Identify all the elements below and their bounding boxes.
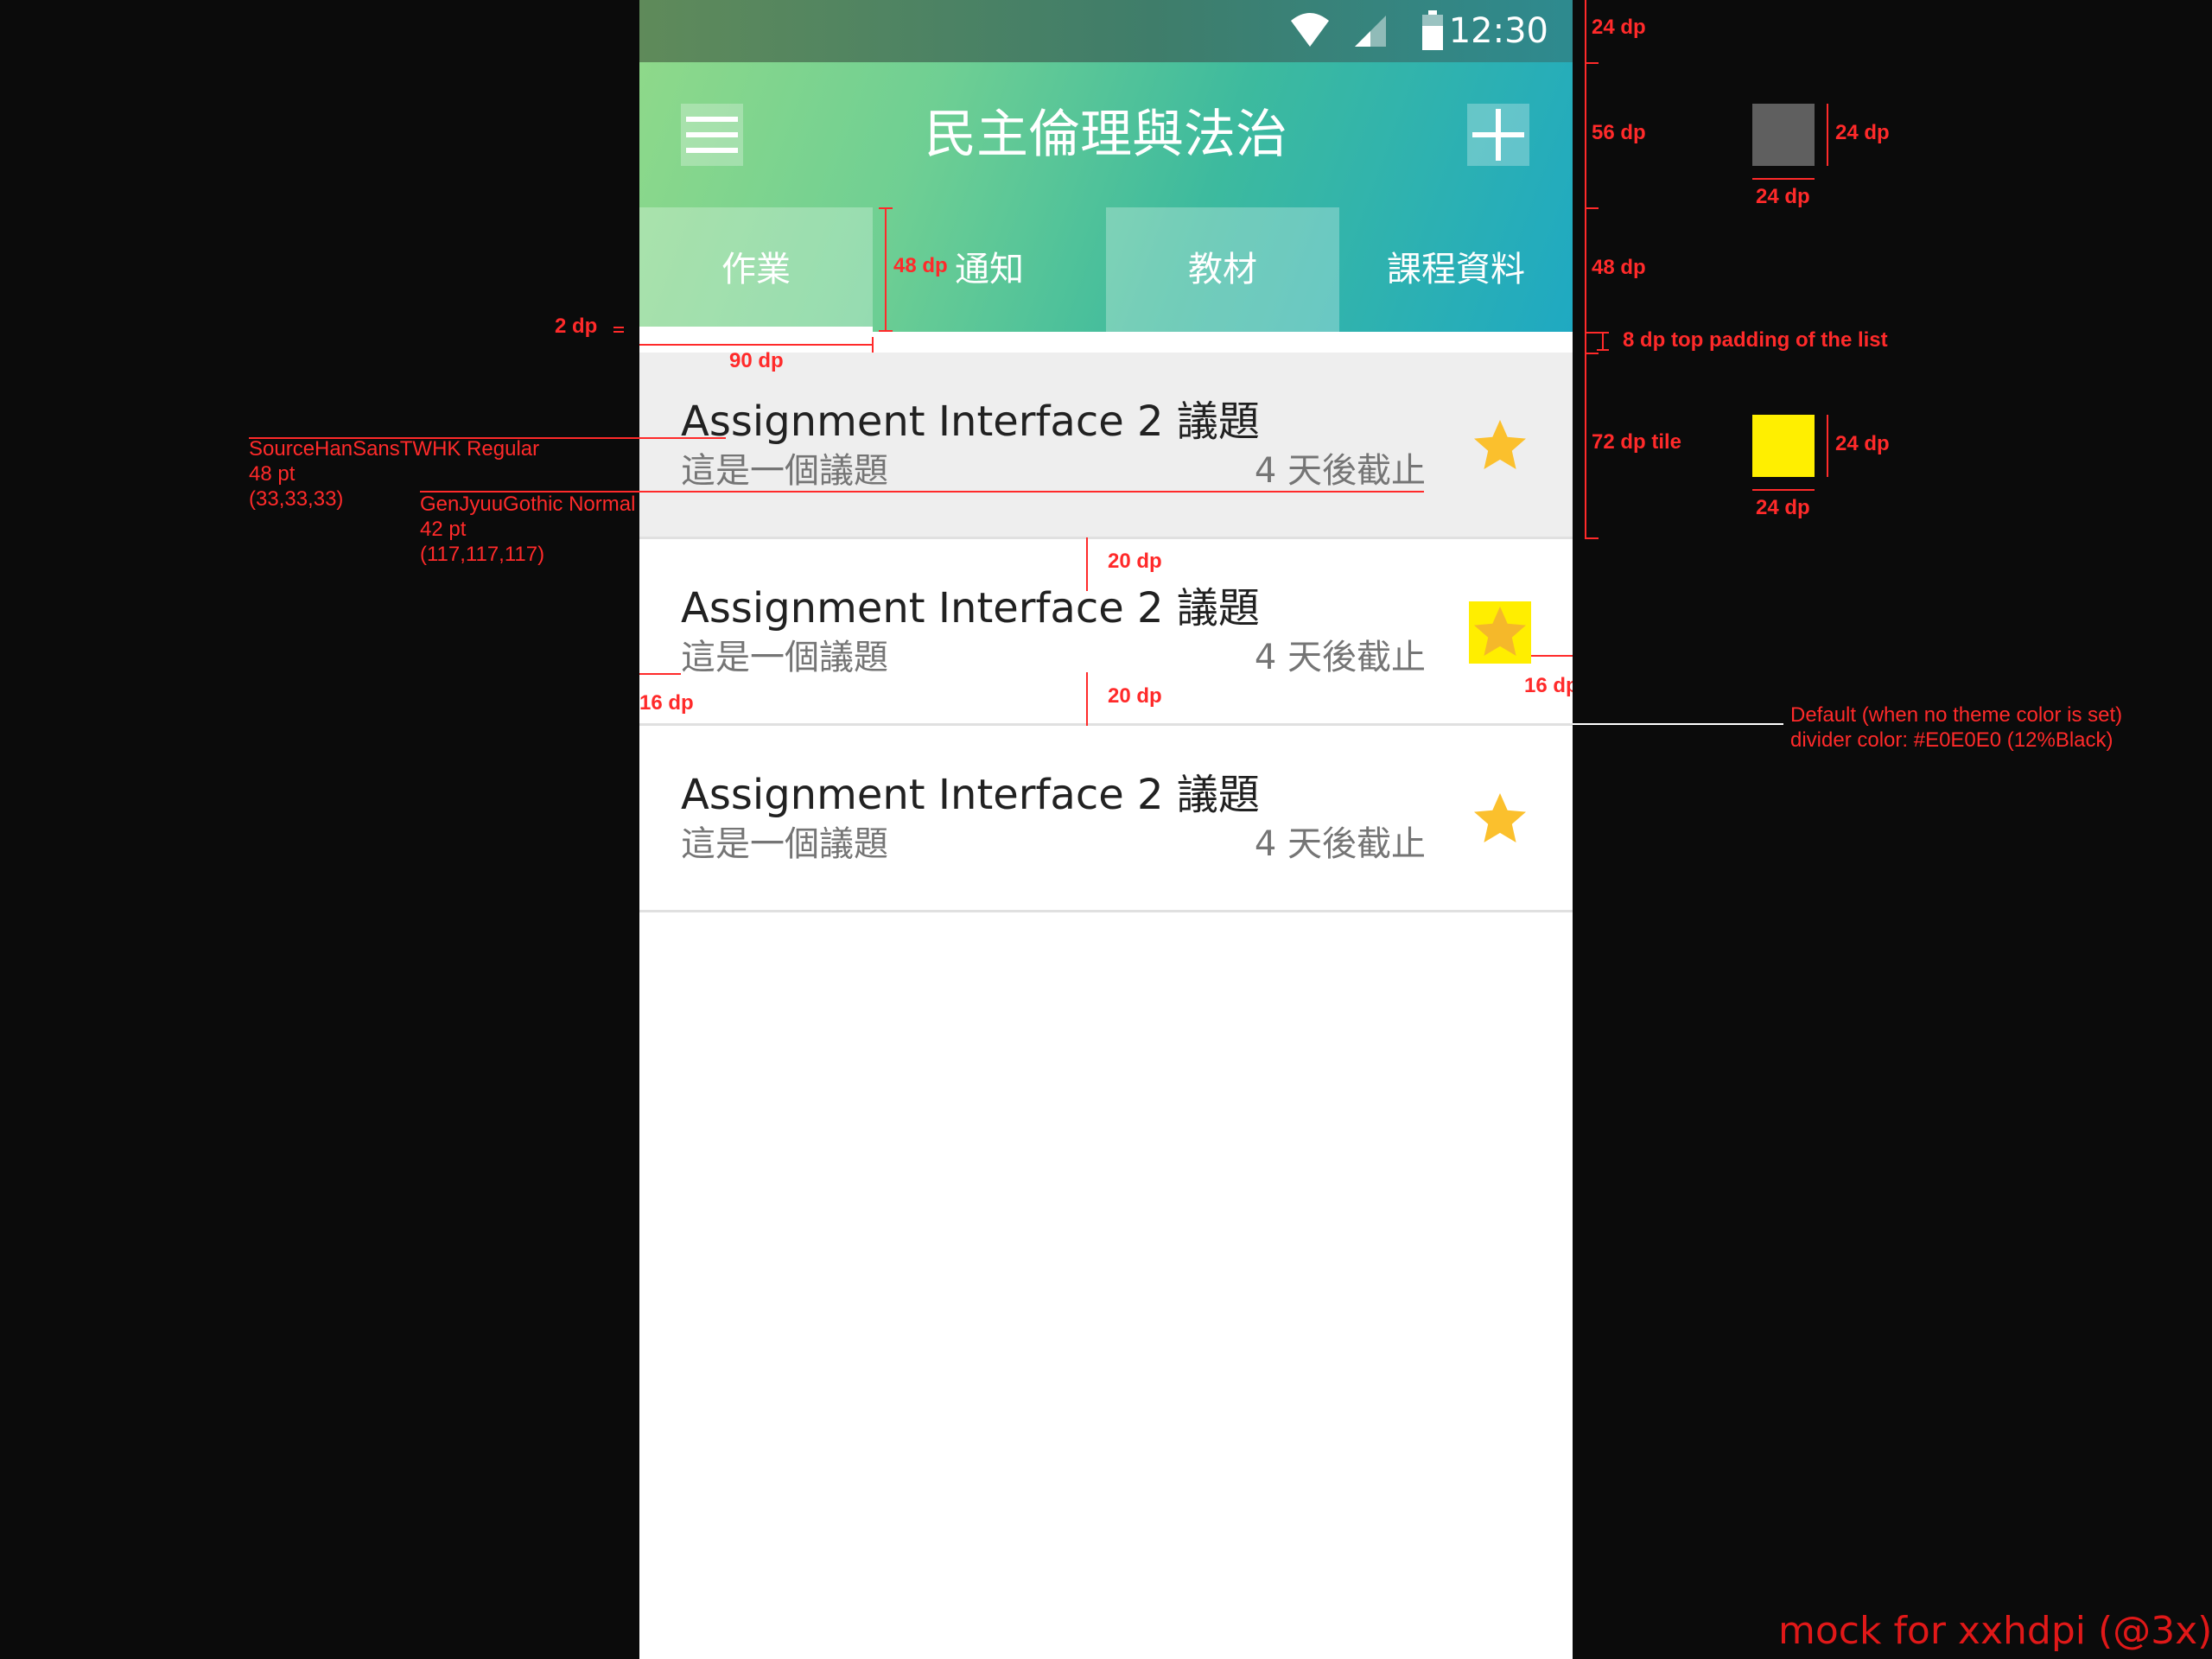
icon-size-sample xyxy=(1752,104,1815,166)
list-item[interactable]: Assignment Interface 2 議題 這是一個議題 4 天後截止 xyxy=(639,353,1573,539)
annotation-gap-top: 20 dp xyxy=(1108,550,1162,573)
annotation-icon-size-w: 24 dp xyxy=(1756,185,1810,208)
redline-tick xyxy=(1597,349,1609,351)
redline-list-padding xyxy=(1602,332,1604,351)
assignment-subtitle: 這是一個議題 xyxy=(681,638,888,677)
annotation-icon-size-h: 24 dp xyxy=(1835,121,1890,144)
annotation-tab-height: 48 dp xyxy=(1592,256,1646,279)
annotation-tile: 72 dp tile xyxy=(1592,430,1682,454)
redline-tick xyxy=(1585,353,1599,354)
redline-sample-width xyxy=(1752,489,1815,491)
add-button[interactable] xyxy=(1467,104,1529,166)
annotation-tab-width: 90 dp xyxy=(729,349,784,372)
star-icon[interactable] xyxy=(1469,601,1531,664)
redline-tab-height xyxy=(885,207,887,332)
annotation-divider-line1: Default (when no theme color is set) xyxy=(1790,703,2123,727)
redline-tab-width xyxy=(639,344,873,346)
redline-gap-bottom xyxy=(1086,672,1088,726)
list-item[interactable]: Assignment Interface 2 議題 這是一個議題 4 天後截止 xyxy=(639,539,1573,726)
star-size-sample xyxy=(1752,415,1815,477)
add-icon xyxy=(1496,109,1501,161)
redline-font1-leader xyxy=(639,437,726,439)
menu-icon-bar xyxy=(686,117,738,122)
menu-icon-bar xyxy=(686,148,738,153)
redline-tick xyxy=(613,331,624,333)
redline-sample-height xyxy=(1827,104,1828,166)
list-divider xyxy=(639,910,1573,912)
assignment-title: Assignment Interface 2 議題 xyxy=(681,771,1260,819)
status-bar: 12:30 xyxy=(639,0,1573,62)
redline-font2-leader xyxy=(639,491,1424,493)
due-date: 4 天後截止 xyxy=(1254,638,1426,677)
menu-icon-bar xyxy=(686,132,738,137)
annotation-tab-height-inline: 48 dp xyxy=(893,254,948,277)
tab-materials[interactable]: 教材 xyxy=(1106,207,1339,332)
redline-tick xyxy=(1597,332,1609,334)
redline-sample-height xyxy=(1827,415,1828,477)
annotation-font1-color: (33,33,33) xyxy=(249,487,344,511)
app-bar: 民主倫理與法治 作業 通知 教材 課程資料 xyxy=(639,62,1573,332)
assignment-title: Assignment Interface 2 議題 xyxy=(681,397,1260,446)
annotation-font1-name: SourceHanSansTWHK Regular xyxy=(249,437,540,461)
annotation-status-bar: 24 dp xyxy=(1592,16,1646,39)
divider-leader-line xyxy=(1573,723,1783,725)
status-time: 12:30 xyxy=(1448,11,1548,51)
annotation-margin-right: 16 dp xyxy=(1524,674,1573,697)
signal-icon xyxy=(1355,16,1386,47)
annotation-star-size-w: 24 dp xyxy=(1756,496,1810,519)
page-title: 民主倫理與法治 xyxy=(925,105,1287,165)
phone-screen: 12:30 民主倫理與法治 作業 通知 教材 課程資料 Assignment I… xyxy=(639,0,1573,1659)
battery-icon xyxy=(1422,10,1443,50)
redline-margin-right xyxy=(1531,655,1573,657)
list-item[interactable]: Assignment Interface 2 議題 這是一個議題 4 天後截止 xyxy=(639,726,1573,912)
redline-tick xyxy=(879,207,893,209)
mock-label: mock for xxhdpi (@3x) xyxy=(1778,1609,2212,1653)
redline-tick xyxy=(1585,537,1599,539)
tab-assignments[interactable]: 作業 xyxy=(639,207,873,332)
star-icon[interactable] xyxy=(1469,788,1531,850)
tab-course-info[interactable]: 課程資料 xyxy=(1339,207,1573,332)
redline-tick xyxy=(1585,62,1599,64)
assignment-title: Assignment Interface 2 議題 xyxy=(681,584,1260,632)
redline-tick xyxy=(613,327,624,328)
tab-indicator xyxy=(639,327,873,332)
annotation-font2-size: 42 pt xyxy=(420,518,467,541)
assignment-subtitle: 這是一個議題 xyxy=(681,451,888,491)
annotation-divider-line2: divider color: #E0E0E0 (12%Black) xyxy=(1790,728,2113,752)
star-icon[interactable] xyxy=(1469,415,1531,477)
annotation-star-size-h: 24 dp xyxy=(1835,432,1890,455)
annotation-font1-size: 48 pt xyxy=(249,462,296,486)
due-date: 4 天後截止 xyxy=(1254,824,1426,864)
redline-gap-top xyxy=(1086,537,1088,591)
redline-vertical-dimension xyxy=(1585,0,1586,539)
wifi-icon xyxy=(1291,13,1329,47)
menu-button[interactable] xyxy=(681,104,743,166)
redline-sample-width xyxy=(1752,178,1815,180)
annotation-indicator: 2 dp xyxy=(555,315,598,338)
redline-margin-left xyxy=(639,673,681,675)
annotation-margin-left: 16 dp xyxy=(639,691,694,715)
annotation-font2-name: GenJyuuGothic Normal xyxy=(420,493,636,516)
assignment-subtitle: 這是一個議題 xyxy=(681,824,888,864)
annotation-font2-color: (117,117,117) xyxy=(420,543,545,566)
redline-tick xyxy=(1585,207,1599,209)
annotation-list-padding: 8 dp top padding of the list xyxy=(1623,328,1888,352)
annotation-gap-bottom: 20 dp xyxy=(1108,684,1162,708)
redline-tick xyxy=(879,330,893,332)
annotation-app-bar: 56 dp xyxy=(1592,121,1646,144)
redline-tick xyxy=(872,337,874,353)
due-date: 4 天後截止 xyxy=(1254,451,1426,491)
